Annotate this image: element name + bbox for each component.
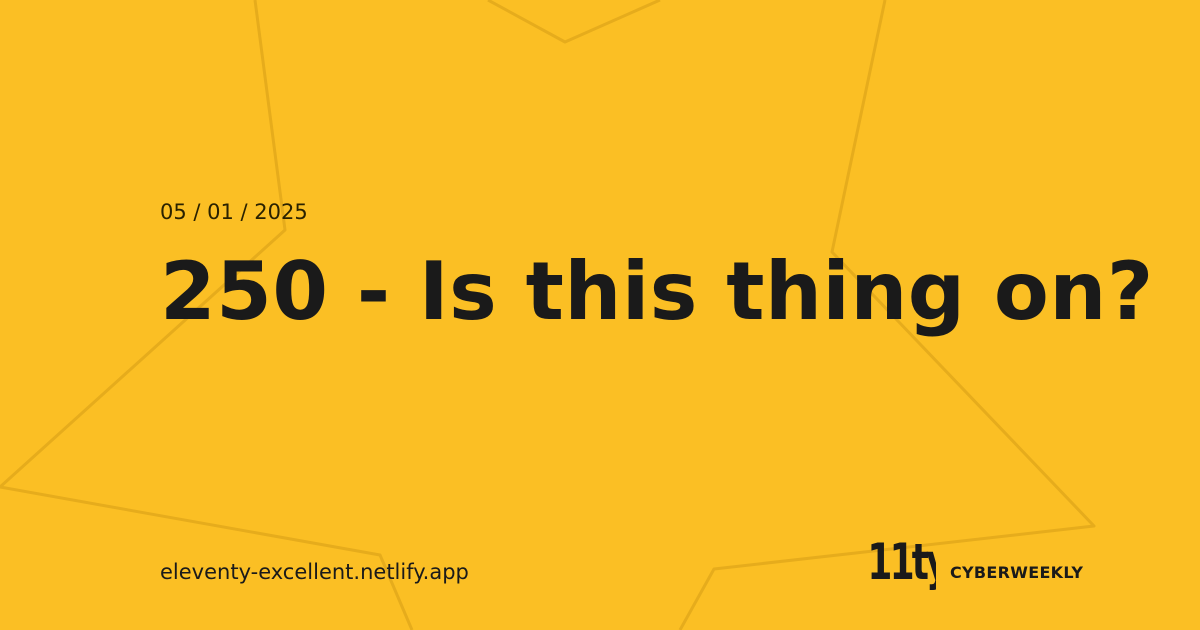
eleventy-logo-icon: 11ty <box>867 536 936 590</box>
publish-date: 05 / 01 / 2025 <box>160 200 308 224</box>
svg-text:11ty: 11ty <box>867 536 936 590</box>
page-title: 250 - Is this thing on? <box>160 245 1154 338</box>
site-url: eleventy-excellent.netlify.app <box>160 560 469 584</box>
brand-name: CYBERWEEKLY <box>950 563 1084 582</box>
